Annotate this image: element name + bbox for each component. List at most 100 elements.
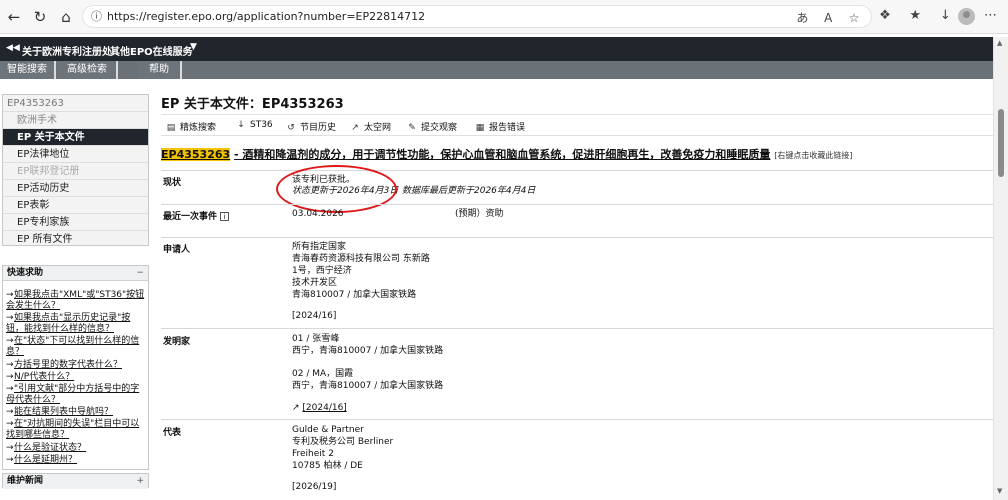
help-link-opposition[interactable]: →在"对抗期间的失误"栏目中可以找到哪些信息？: [6, 419, 148, 441]
help-link-xml[interactable]: →如果我点击"XML"或"ST36"按钮会发生什么？: [6, 290, 148, 312]
document-headline: EP4353263 - 酒精和降温剂的成分，用于调节性功能，保护心血管和脑血管系…: [161, 148, 993, 163]
help-link-citation-letters[interactable]: →"引用文献"部分中方括号中的字母代表什么？: [6, 384, 148, 406]
refine-search-button[interactable]: ▤ 精炼搜索: [165, 120, 216, 133]
representative-line: Gulde & Partner: [292, 425, 364, 435]
arrow-right-icon: →: [6, 336, 14, 346]
representative-line: 10785 柏林 / DE: [292, 461, 363, 471]
caret-down-icon[interactable]: ▼: [190, 42, 197, 52]
help-link-navigation[interactable]: →能在结果列表中导航吗？: [6, 407, 148, 418]
row-divider: [161, 237, 993, 238]
representative-line: Freiheit 2: [292, 449, 334, 459]
external-link-icon: ↗: [351, 123, 359, 133]
sidebar-item-event-history[interactable]: EP活动历史: [3, 180, 148, 197]
download-icon: ↓: [237, 120, 245, 130]
maintenance-news-header[interactable]: 维护新闻 +: [3, 474, 148, 489]
translate-icon[interactable]: あ: [791, 9, 813, 26]
help-link-np[interactable]: →N/P代表什么？: [6, 372, 148, 383]
extensions-icon[interactable]: ❖: [872, 8, 898, 23]
tab-advanced-search[interactable]: 高级检索: [58, 61, 118, 79]
arrow-right-icon: →: [6, 290, 14, 300]
row-divider: [161, 204, 993, 205]
row-divider: [161, 419, 993, 420]
epo-tab-bar: 智能搜索 高级检索 帮助: [0, 61, 993, 79]
last-event-text: (预期）资助: [455, 209, 504, 219]
address-bar[interactable]: ⓘ https://register.epo.org/application?n…: [82, 5, 872, 28]
tab-smart-search[interactable]: 智能搜索: [0, 61, 56, 79]
quick-help-panel: 快速求助 − →如果我点击"XML"或"ST36"按钮会发生什么？ →如果我点击…: [2, 265, 149, 470]
help-link-history[interactable]: →如果我点击"显示历史记录"按钮，能找到什么样的信息？: [6, 313, 148, 335]
error-report-icon: ▦: [475, 123, 485, 133]
representative-line: 专利及税务公司 Berliner: [292, 437, 394, 447]
page-scrollbar[interactable]: ▲ ▼: [993, 37, 1008, 500]
help-link-brackets[interactable]: →方括号里的数字代表什么？: [6, 360, 148, 371]
scroll-down-icon[interactable]: ▼: [997, 487, 1002, 495]
back-arrow-icon[interactable]: ←: [4, 7, 24, 27]
submit-observation-button[interactable]: ✎ 提交观察: [406, 120, 457, 133]
inventor-line: 西宁，青海810007 / 加拿大国家铁路: [292, 346, 444, 356]
history-icon: ↺: [287, 123, 295, 133]
inventor-ref-link[interactable]: ↗ [2024/16]: [292, 403, 347, 415]
espacenet-link[interactable]: ↗ 太空网: [349, 120, 391, 133]
last-event-date: 03.04.2026: [292, 209, 344, 219]
other-services-link[interactable]: 其他EPO在线服务: [110, 43, 193, 58]
arrow-right-icon: →: [6, 419, 14, 429]
applicant-line: 1号，西宁经济: [292, 266, 352, 276]
help-link-status[interactable]: →在"状态"下可以找到什么样的信息？: [6, 336, 148, 358]
url-text[interactable]: https://register.epo.org/application?num…: [107, 10, 425, 23]
document-title-link[interactable]: - 酒精和降温剂的成分，用于调节性功能，保护心血管和脑血管系统，促进肝细胞再生，…: [234, 148, 770, 161]
sidebar-item-all-documents[interactable]: EP 所有文件: [3, 231, 148, 248]
profile-avatar[interactable]: [958, 8, 975, 25]
external-link-icon: ↗: [292, 403, 303, 413]
favorite-star-icon[interactable]: ☆: [843, 11, 865, 25]
status-label: 现状: [163, 178, 182, 188]
sidebar-item-about-document[interactable]: EP 关于本文件: [3, 129, 148, 146]
quick-help-header[interactable]: 快速求助 −: [3, 266, 148, 281]
scroll-up-icon[interactable]: ▲: [997, 39, 1002, 47]
collapse-icon[interactable]: −: [136, 266, 144, 281]
arrow-right-icon: →: [6, 360, 14, 370]
reload-icon[interactable]: ↻: [30, 7, 50, 27]
inventor-label: 发明家: [163, 337, 191, 347]
maintenance-news-panel: 维护新闻 +: [2, 473, 149, 489]
download-icon[interactable]: ↓: [932, 8, 958, 23]
site-info-icon[interactable]: ⓘ: [89, 9, 104, 24]
maintenance-news-title: 维护新闻: [7, 476, 44, 486]
arrow-right-icon: →: [6, 313, 14, 323]
applicant-line: 技术开发区: [292, 278, 338, 288]
case-number: EP4353263: [3, 95, 148, 112]
st36-button[interactable]: ↓ ST36: [235, 120, 272, 130]
quick-help-title: 快速求助: [7, 268, 44, 278]
favorites-icon[interactable]: ★: [902, 8, 928, 23]
scrollbar-thumb[interactable]: [998, 109, 1004, 177]
document-number-link[interactable]: EP4353263: [161, 148, 231, 161]
epo-top-nav: ◀◀ 关于欧洲专利注册处 其他EPO在线服务 ▼: [0, 37, 993, 61]
arrow-right-icon: →: [6, 443, 14, 453]
tab-help[interactable]: 帮助: [138, 61, 182, 79]
help-link-validation[interactable]: →什么是验证状态？: [6, 443, 148, 454]
row-divider: [161, 328, 993, 329]
document-toolbar: ▤ 精炼搜索 ↓ ST36 ↺ 节目历史 ↗ 太空网 ✎ 提交观察 ▦ 报告错误: [161, 114, 993, 136]
last-event-label: 最近一次事件 i: [163, 209, 230, 222]
sidebar-item-european-procedure[interactable]: 欧洲手术: [3, 112, 148, 129]
show-history-button[interactable]: ↺ 节目历史: [285, 120, 336, 133]
home-icon[interactable]: ⌂: [56, 7, 76, 27]
info-icon[interactable]: i: [220, 212, 230, 221]
sidebar-item-citations[interactable]: EP表彰: [3, 197, 148, 214]
status-highlight-circle: [276, 165, 397, 213]
sidebar-item-federated-register: EP联邦登记册: [3, 163, 148, 180]
bookmark-hint: [右键点击收藏此链接]: [774, 151, 853, 160]
representative-label: 代表: [163, 428, 182, 438]
about-register-link[interactable]: 关于欧洲专利注册处: [22, 43, 112, 58]
report-error-button[interactable]: ▦ 报告错误: [474, 120, 525, 133]
sidebar-item-legal-status[interactable]: EP法律地位: [3, 146, 148, 163]
read-aloud-icon[interactable]: A: [817, 11, 839, 25]
applicant-line: 青海春药资源科技有限公司 东新路: [292, 254, 430, 264]
inventor-line: 西宁，青海810007 / 加拿大国家铁路: [292, 381, 444, 391]
inventor-line: 02 / MA，国霞: [292, 369, 354, 379]
database-updated: 数据库最后更新于2026年4月4日: [402, 186, 536, 196]
help-link-extension[interactable]: →什么是延期州？: [6, 455, 148, 466]
double-chevron-left-icon[interactable]: ◀◀: [6, 43, 20, 53]
more-options-icon[interactable]: ⋯: [984, 8, 997, 23]
sidebar-item-patent-family[interactable]: EP专利家族: [3, 214, 148, 231]
expand-icon[interactable]: +: [136, 474, 144, 489]
